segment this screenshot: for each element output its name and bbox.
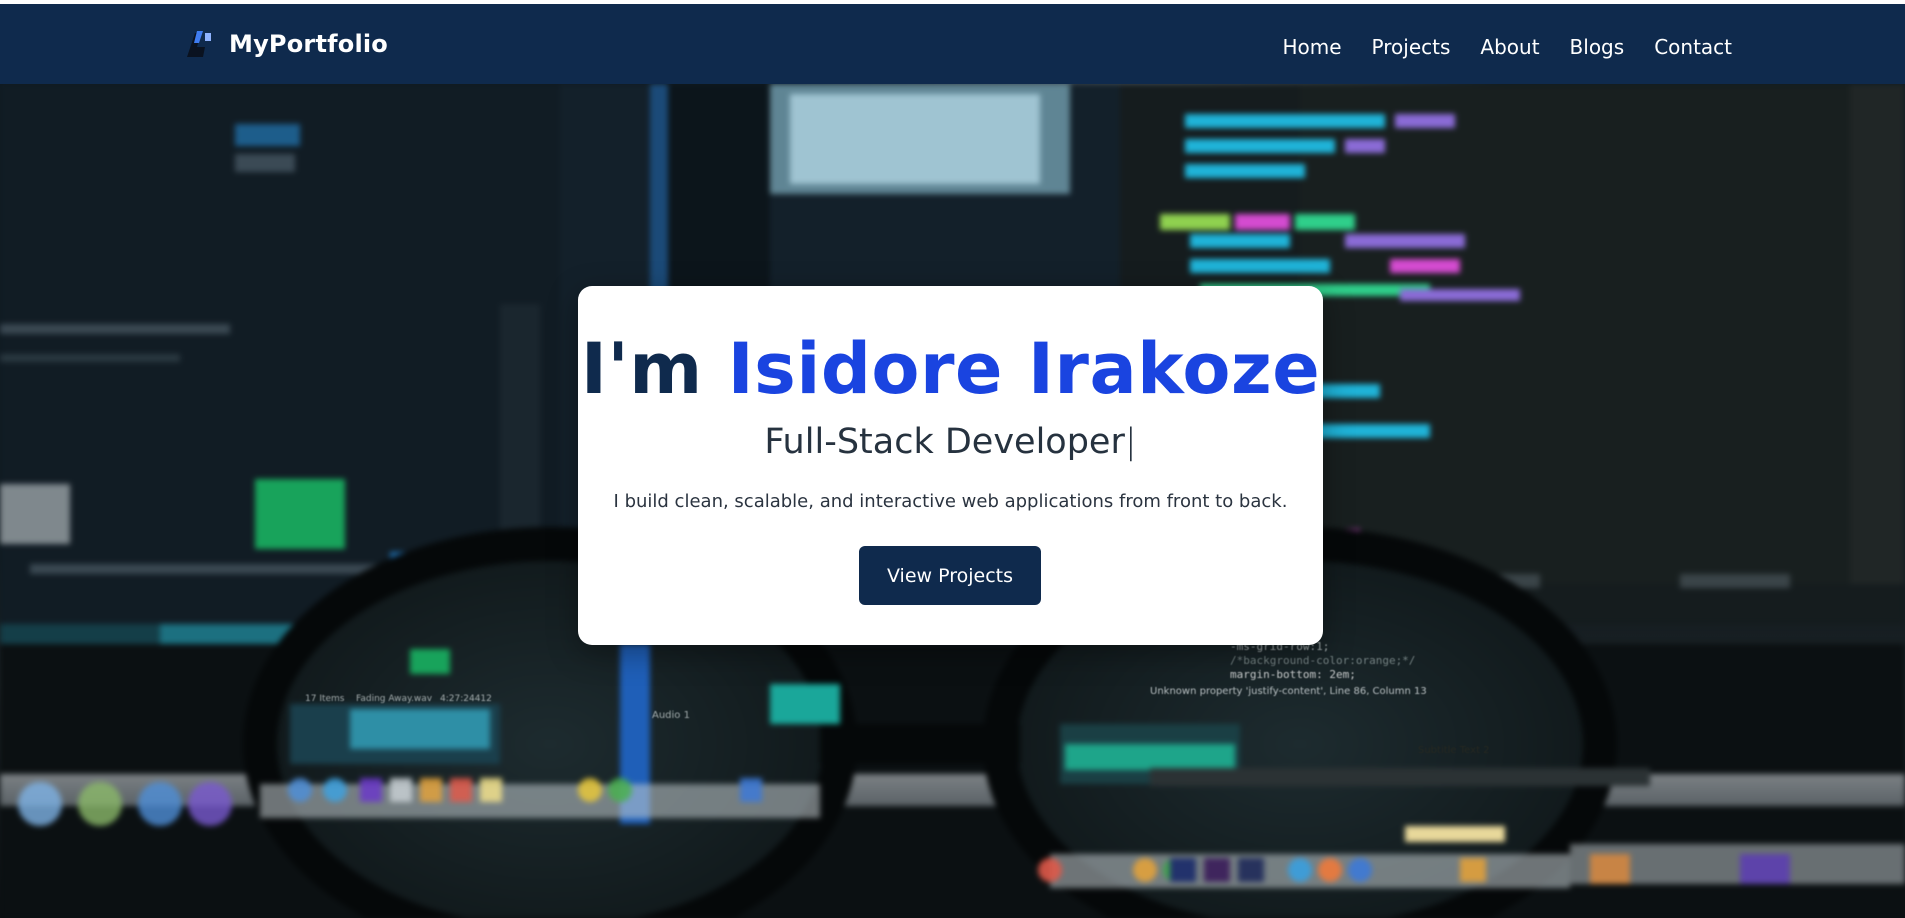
nav-links: Home Projects About Blogs Contact [1282,30,1732,64]
items-count: 17 Items [305,694,345,704]
subtitle-label: Subtitle Text 2 [1418,745,1490,756]
hero-role-text: Full-Stack Developer [764,422,1125,462]
brand[interactable]: MyPortfolio [183,27,388,61]
hero-description: I build clean, scalable, and interactive… [613,491,1288,512]
editor-line-2: /*background-color:orange;*/ [1230,654,1416,667]
portfolio-page: MyPortfolio Home Projects About Blogs Co… [0,0,1905,918]
view-projects-button[interactable]: View Projects [859,546,1041,605]
typing-cursor: | [1124,422,1137,462]
nav-blogs[interactable]: Blogs [1570,30,1625,64]
hero-section: -ms-grid-row:1; /*background-color:orang… [0,84,1905,918]
hero-role: Full-Stack Developer| [578,421,1323,463]
hero-name: Isidore Irakoze [727,328,1321,410]
nav-about[interactable]: About [1480,30,1539,64]
hero-title: I'm Isidore Irakoze [578,324,1323,414]
hero-greeting: I'm [580,328,728,410]
brand-name: MyPortfolio [229,30,388,58]
track-name: Audio 1 [652,710,690,721]
nav-home[interactable]: Home [1282,30,1341,64]
nav-contact[interactable]: Contact [1654,30,1732,64]
clip-time: 4:27:24412 [440,694,492,704]
logo-icon [187,31,211,57]
hero-card: I'm Isidore Irakoze Full-Stack Developer… [578,286,1323,645]
status-message: Unknown property 'justify-content', Line… [1150,686,1427,697]
nav-projects[interactable]: Projects [1372,30,1451,64]
navbar: MyPortfolio Home Projects About Blogs Co… [0,4,1905,84]
clip-name: Fading Away.wav [356,694,433,704]
editor-line-3: margin-bottom: 2em; [1230,668,1356,681]
